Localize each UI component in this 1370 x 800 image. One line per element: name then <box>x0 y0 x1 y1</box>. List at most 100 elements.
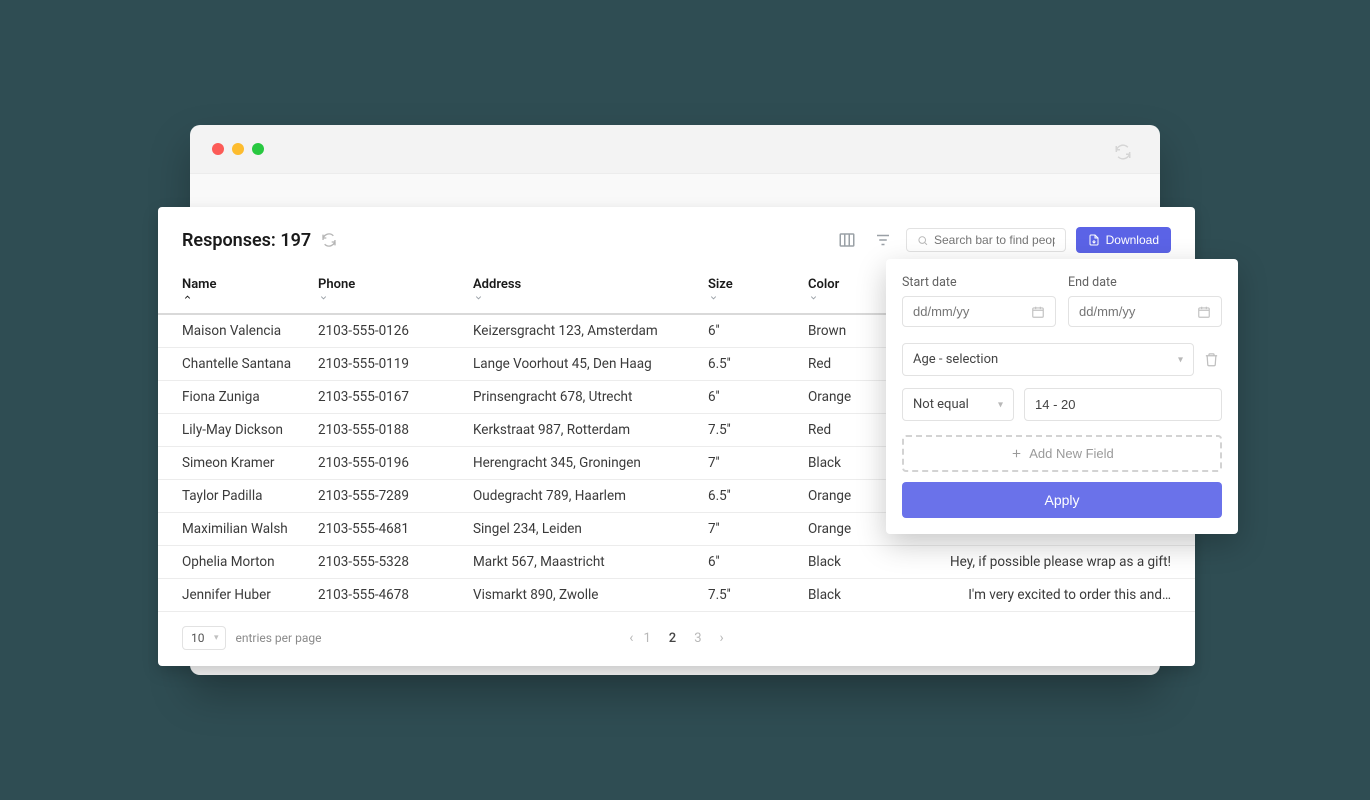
table-row[interactable]: Ophelia Morton2103-555-5328Markt 567, Ma… <box>158 546 1195 579</box>
calendar-icon <box>1031 305 1045 319</box>
cell-size: 6'' <box>708 381 808 414</box>
column-label: Address <box>473 277 521 292</box>
refresh-icon[interactable] <box>321 232 337 248</box>
sync-icon <box>1114 143 1132 161</box>
filter-add-label: Add New Field <box>1029 446 1114 461</box>
per-page-select[interactable]: 10 ▾ <box>182 626 226 650</box>
sort-icon <box>318 292 465 303</box>
cell-name: Jennifer Huber <box>158 579 318 612</box>
column-header[interactable]: Size <box>708 267 808 314</box>
cell-name: Simeon Kramer <box>158 447 318 480</box>
cell-size: 7'' <box>708 513 808 546</box>
page-number[interactable]: 1 <box>643 631 650 646</box>
cell-address: Vismarkt 890, Zwolle <box>473 579 708 612</box>
cell-name: Maximilian Walsh <box>158 513 318 546</box>
sort-icon <box>708 292 800 303</box>
cell-phone: 2103-555-5328 <box>318 546 473 579</box>
title-count: 197 <box>280 230 311 251</box>
column-label: Name <box>182 277 216 292</box>
sort-icon <box>473 292 700 303</box>
cell-color: Black <box>808 546 918 579</box>
cell-note: I'm very excited to order this and… <box>918 579 1195 612</box>
chevron-down-icon: ▾ <box>1178 354 1183 365</box>
table-footer: 10 ▾ entries per page ‹ 1 2 3 › <box>158 612 1195 650</box>
cell-name: Fiona Zuniga <box>158 381 318 414</box>
filter-apply-button[interactable]: Apply <box>902 482 1222 518</box>
cell-size: 6'' <box>708 314 808 348</box>
per-page-value: 10 <box>191 631 205 645</box>
filter-icon[interactable] <box>870 227 896 253</box>
trash-icon <box>1204 352 1219 367</box>
cell-address: Markt 567, Maastricht <box>473 546 708 579</box>
filter-value-input[interactable] <box>1024 388 1222 421</box>
header-actions: Download <box>834 227 1171 253</box>
cell-phone: 2103-555-0188 <box>318 414 473 447</box>
cell-phone: 2103-555-4678 <box>318 579 473 612</box>
cell-phone: 2103-555-0167 <box>318 381 473 414</box>
start-date-field[interactable] <box>913 304 1031 319</box>
maximize-window-icon[interactable] <box>252 143 264 155</box>
cell-phone: 2103-555-0126 <box>318 314 473 348</box>
cell-address: Kerkstraat 987, Rotterdam <box>473 414 708 447</box>
chevron-down-icon: ▾ <box>214 633 219 643</box>
page-number[interactable]: 3 <box>694 631 701 646</box>
filter-start-input[interactable] <box>902 296 1056 327</box>
cell-name: Taylor Padilla <box>158 480 318 513</box>
filter-start-label: Start date <box>902 275 1056 290</box>
cell-address: Oudegracht 789, Haarlem <box>473 480 708 513</box>
cell-phone: 2103-555-4681 <box>318 513 473 546</box>
filter-operator-select[interactable]: Not equal ▾ <box>902 388 1014 421</box>
cell-size: 6.5'' <box>708 348 808 381</box>
search-icon <box>917 234 928 247</box>
cell-address: Singel 234, Leiden <box>473 513 708 546</box>
cell-address: Prinsengracht 678, Utrecht <box>473 381 708 414</box>
sort-asc-icon <box>182 292 310 303</box>
close-window-icon[interactable] <box>212 143 224 155</box>
filter-delete-button[interactable] <box>1204 352 1222 367</box>
filter-field-select[interactable]: Age - selection ▾ <box>902 343 1194 376</box>
cell-size: 6'' <box>708 546 808 579</box>
download-label: Download <box>1106 233 1159 247</box>
filter-end-label: End date <box>1068 275 1222 290</box>
table-row[interactable]: Jennifer Huber2103-555-4678Vismarkt 890,… <box>158 579 1195 612</box>
title-prefix: Responses: <box>182 230 276 251</box>
cell-size: 7.5'' <box>708 414 808 447</box>
cell-size: 7'' <box>708 447 808 480</box>
calendar-icon <box>1197 305 1211 319</box>
page-next[interactable]: › <box>720 630 724 646</box>
filter-end-input[interactable] <box>1068 296 1222 327</box>
columns-icon[interactable] <box>834 227 860 253</box>
filter-popover: Start date End date Age - selection ▾ <box>886 259 1238 534</box>
column-label: Phone <box>318 277 355 292</box>
window-toolbar <box>190 173 1160 211</box>
page-number[interactable]: 2 <box>669 631 676 646</box>
traffic-lights <box>190 125 1160 173</box>
cell-phone: 2103-555-0196 <box>318 447 473 480</box>
column-header[interactable]: Name <box>158 267 318 314</box>
cell-note: Hey, if possible please wrap as a gift! <box>918 546 1195 579</box>
cell-address: Lange Voorhout 45, Den Haag <box>473 348 708 381</box>
filter-add-field-button[interactable]: Add New Field <box>902 435 1222 472</box>
cell-phone: 2103-555-0119 <box>318 348 473 381</box>
search-input[interactable] <box>934 233 1055 247</box>
page-prev[interactable]: ‹ <box>629 630 633 646</box>
plus-icon <box>1010 447 1023 460</box>
download-icon <box>1088 234 1100 246</box>
page-title: Responses: 197 <box>182 230 311 251</box>
filter-field-value: Age - selection <box>913 352 998 367</box>
per-page-label: entries per page <box>236 631 322 645</box>
cell-color: Black <box>808 579 918 612</box>
cell-size: 7.5'' <box>708 579 808 612</box>
cell-address: Keizersgracht 123, Amsterdam <box>473 314 708 348</box>
column-header[interactable]: Phone <box>318 267 473 314</box>
filter-operator-value: Not equal <box>913 397 969 412</box>
column-header[interactable]: Address <box>473 267 708 314</box>
column-label: Size <box>708 277 733 292</box>
cell-name: Maison Valencia <box>158 314 318 348</box>
chevron-down-icon: ▾ <box>998 399 1003 410</box>
end-date-field[interactable] <box>1079 304 1197 319</box>
search-box[interactable] <box>906 228 1066 252</box>
minimize-window-icon[interactable] <box>232 143 244 155</box>
download-button[interactable]: Download <box>1076 227 1171 253</box>
cell-name: Ophelia Morton <box>158 546 318 579</box>
